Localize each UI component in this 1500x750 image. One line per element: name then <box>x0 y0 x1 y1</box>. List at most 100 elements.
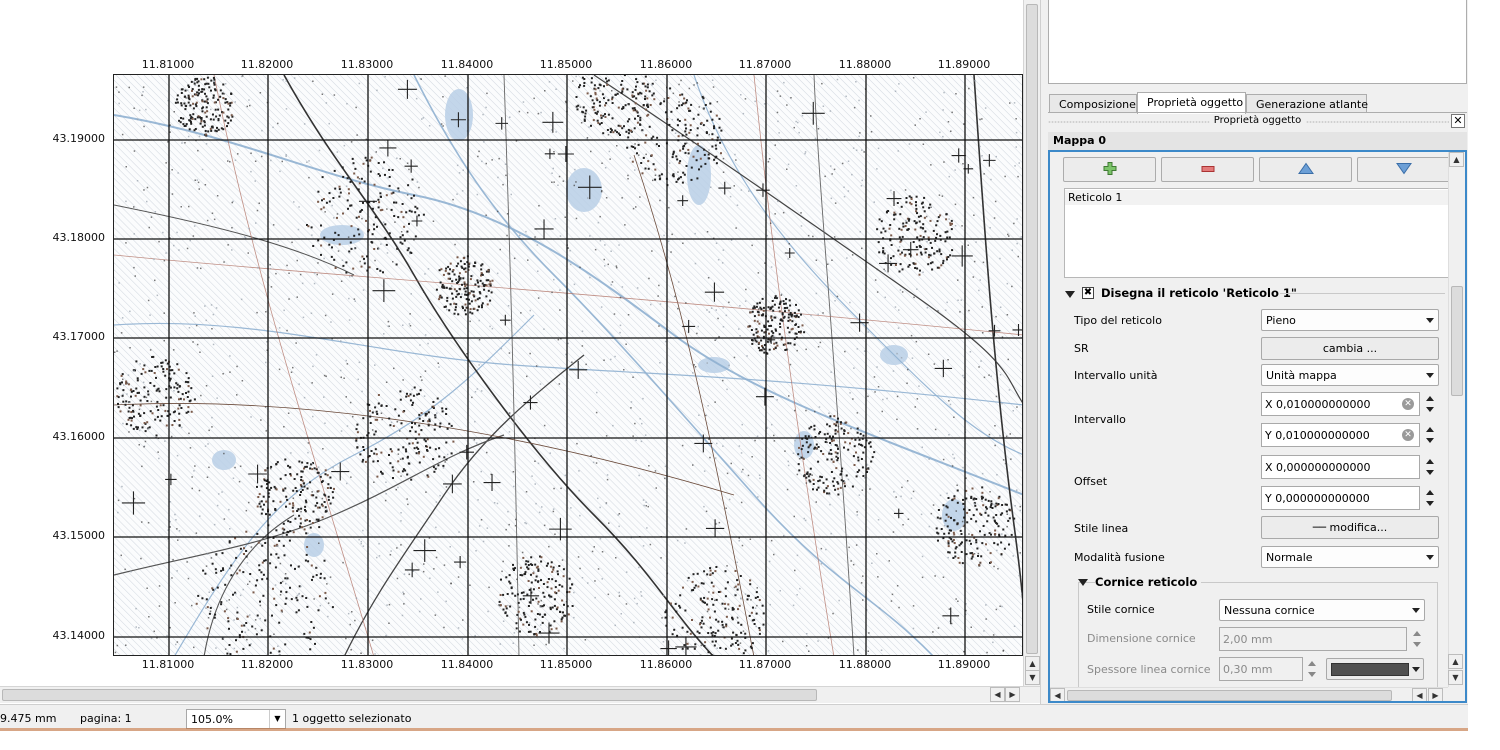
grid-group-title: Disegna il reticolo 'Reticolo 1" <box>1101 286 1297 300</box>
x-coordinate-label: 11.84000 <box>440 58 494 71</box>
frame-style-combo[interactable]: Nessuna cornice <box>1219 599 1425 621</box>
panel-title-bar: Proprietà oggetto ✕ <box>1048 114 1467 130</box>
scroll-right-icon[interactable]: ▶ <box>1428 688 1443 701</box>
offset-x-field[interactable]: X 0,000000000000 <box>1261 455 1420 479</box>
collapse-triangle-icon[interactable] <box>1065 291 1075 298</box>
line-style-label: Stile linea <box>1074 522 1129 535</box>
zoom-value: 105.0% <box>191 713 233 726</box>
selection-status: 1 oggetto selezionato <box>292 712 412 725</box>
canvas-horizontal-scrollbar[interactable]: ◀ ▶ <box>0 686 1040 703</box>
grid-properties-panel[interactable]: Reticolo 1 ✖ Disegna il reticolo 'Retico… <box>1048 150 1467 703</box>
dock-vertical-scrollbar[interactable]: ▲ ▼ <box>1448 654 1466 687</box>
scroll-down-icon[interactable]: ▼ <box>1025 670 1040 685</box>
frame-size-stepper[interactable] <box>1409 627 1425 651</box>
close-icon[interactable]: ✕ <box>1451 114 1465 128</box>
x-coordinate-label: 11.87000 <box>738 658 792 671</box>
tab-proprieta-oggetto[interactable]: Proprietà oggetto <box>1137 92 1246 114</box>
section-header: Mappa 0 <box>1048 132 1467 150</box>
frame-line-width-value: 0,30 mm <box>1223 663 1273 676</box>
scroll-up-icon[interactable]: ▲ <box>1448 654 1463 669</box>
tab-generazione-atlante[interactable]: Generazione atlante <box>1246 94 1368 113</box>
scroll-left-icon[interactable]: ◀ <box>990 687 1005 702</box>
scroll-left-icon[interactable]: ◀ <box>1412 688 1427 701</box>
move-grid-down-button[interactable] <box>1357 157 1450 182</box>
scroll-right-icon[interactable]: ▶ <box>1005 687 1020 702</box>
grid-type-combo[interactable]: Pieno <box>1261 309 1439 331</box>
y-coordinate-label: 43.15000 <box>52 529 106 542</box>
chevron-down-icon[interactable]: ▼ <box>269 710 285 728</box>
interval-units-value: Unità mappa <box>1266 369 1337 382</box>
crs-label: SR <box>1074 342 1089 355</box>
interval-x-value: X 0,010000000000 <box>1265 398 1371 411</box>
tab-composizione[interactable]: Composizione <box>1049 94 1137 113</box>
change-crs-button[interactable]: cambia ... <box>1261 337 1439 360</box>
x-coordinate-label: 11.81000 <box>141 58 195 71</box>
offset-label: Offset <box>1074 475 1108 488</box>
chevron-down-icon <box>1426 318 1434 323</box>
add-grid-button[interactable] <box>1063 157 1156 182</box>
scroll-up-icon[interactable]: ▲ <box>1025 656 1040 671</box>
interval-y-field[interactable]: Y 0,010000000000 ✕ <box>1261 423 1420 447</box>
offset-y-field[interactable]: Y 0,000000000000 <box>1261 486 1420 510</box>
item-properties-dock: Composizione Proprietà oggetto Generazio… <box>1040 0 1468 704</box>
x-coordinate-label: 11.89000 <box>937 58 991 71</box>
scroll-left-icon[interactable]: ◀ <box>1050 688 1065 701</box>
y-coordinate-label: 43.17000 <box>52 330 106 343</box>
chevron-down-icon <box>1426 555 1434 560</box>
x-coordinate-label: 11.83000 <box>340 658 394 671</box>
zoom-combo[interactable]: 105.0% ▼ <box>186 709 286 729</box>
upper-panel <box>1048 0 1467 84</box>
blend-mode-label: Modalità fusione <box>1074 551 1165 564</box>
frame-style-label: Stile cornice <box>1087 603 1155 616</box>
clear-icon[interactable]: ✕ <box>1402 398 1414 410</box>
move-grid-up-button[interactable] <box>1259 157 1352 182</box>
color-swatch <box>1331 663 1409 676</box>
properties-horizontal-scrollbar[interactable]: ◀ ◀ ▶ <box>1050 687 1448 701</box>
interval-units-combo[interactable]: Unità mappa <box>1261 364 1439 386</box>
frame-style-value: Nessuna cornice <box>1224 604 1315 617</box>
interval-x-stepper[interactable] <box>1422 392 1438 416</box>
panel-title: Proprietà oggetto <box>1208 115 1307 126</box>
frame-size-label: Dimensione cornice <box>1087 632 1196 645</box>
y-coordinate-label: 43.19000 <box>52 132 106 145</box>
interval-x-field[interactable]: X 0,010000000000 ✕ <box>1261 392 1420 416</box>
frame-line-width-stepper[interactable] <box>1304 657 1320 681</box>
frame-color-button[interactable] <box>1326 658 1424 680</box>
x-coordinate-label: 11.83000 <box>340 58 394 71</box>
page-indicator: pagina: 1 <box>80 712 132 725</box>
list-item[interactable]: Reticolo 1 <box>1065 190 1451 205</box>
y-coordinate-label: 43.18000 <box>52 231 106 244</box>
line-style-button[interactable]: ── modifica... <box>1261 516 1439 539</box>
window-bottom <box>0 731 1468 750</box>
y-coordinate-label: 43.14000 <box>52 629 106 642</box>
composer-canvas[interactable]: 11.81000 11.81000 11.82000 11.82000 11.83000… <box>0 0 1023 686</box>
interval-y-stepper[interactable] <box>1422 423 1438 447</box>
x-coordinate-label: 11.89000 <box>937 658 991 671</box>
chevron-down-icon <box>1426 373 1434 378</box>
draw-grid-checkbox[interactable]: ✖ <box>1082 287 1094 299</box>
frame-group-title: Cornice reticolo <box>1095 575 1202 589</box>
grid-list[interactable]: Reticolo 1 <box>1064 188 1452 278</box>
clear-icon[interactable]: ✕ <box>1402 429 1414 441</box>
scroll-down-icon[interactable]: ▼ <box>1448 670 1463 685</box>
chevron-down-icon <box>1412 667 1420 672</box>
frame-size-field[interactable]: 2,00 mm <box>1219 627 1407 651</box>
grid-type-value: Pieno <box>1266 314 1296 327</box>
x-coordinate-label: 11.86000 <box>639 58 693 71</box>
remove-grid-button[interactable] <box>1161 157 1254 182</box>
scroll-up-icon[interactable]: ▲ <box>1449 152 1464 167</box>
offset-x-stepper[interactable] <box>1422 455 1438 479</box>
blend-mode-combo[interactable]: Normale <box>1261 546 1439 568</box>
map-item[interactable] <box>113 74 1023 656</box>
properties-vertical-scrollbar[interactable]: ▲ <box>1448 152 1465 687</box>
canvas-vertical-scrollbar[interactable]: ▲ ▼ <box>1023 0 1040 686</box>
x-coordinate-label: 11.82000 <box>240 58 294 71</box>
frame-line-width-field[interactable]: 0,30 mm <box>1219 657 1303 681</box>
x-coordinate-label: 11.82000 <box>240 658 294 671</box>
interval-units-label: Intervallo unità <box>1074 369 1158 382</box>
interval-y-value: Y 0,010000000000 <box>1265 429 1370 442</box>
chevron-down-icon <box>1412 608 1420 613</box>
collapse-triangle-icon[interactable] <box>1078 579 1088 586</box>
add-icon <box>1103 161 1117 178</box>
offset-y-stepper[interactable] <box>1422 486 1438 510</box>
